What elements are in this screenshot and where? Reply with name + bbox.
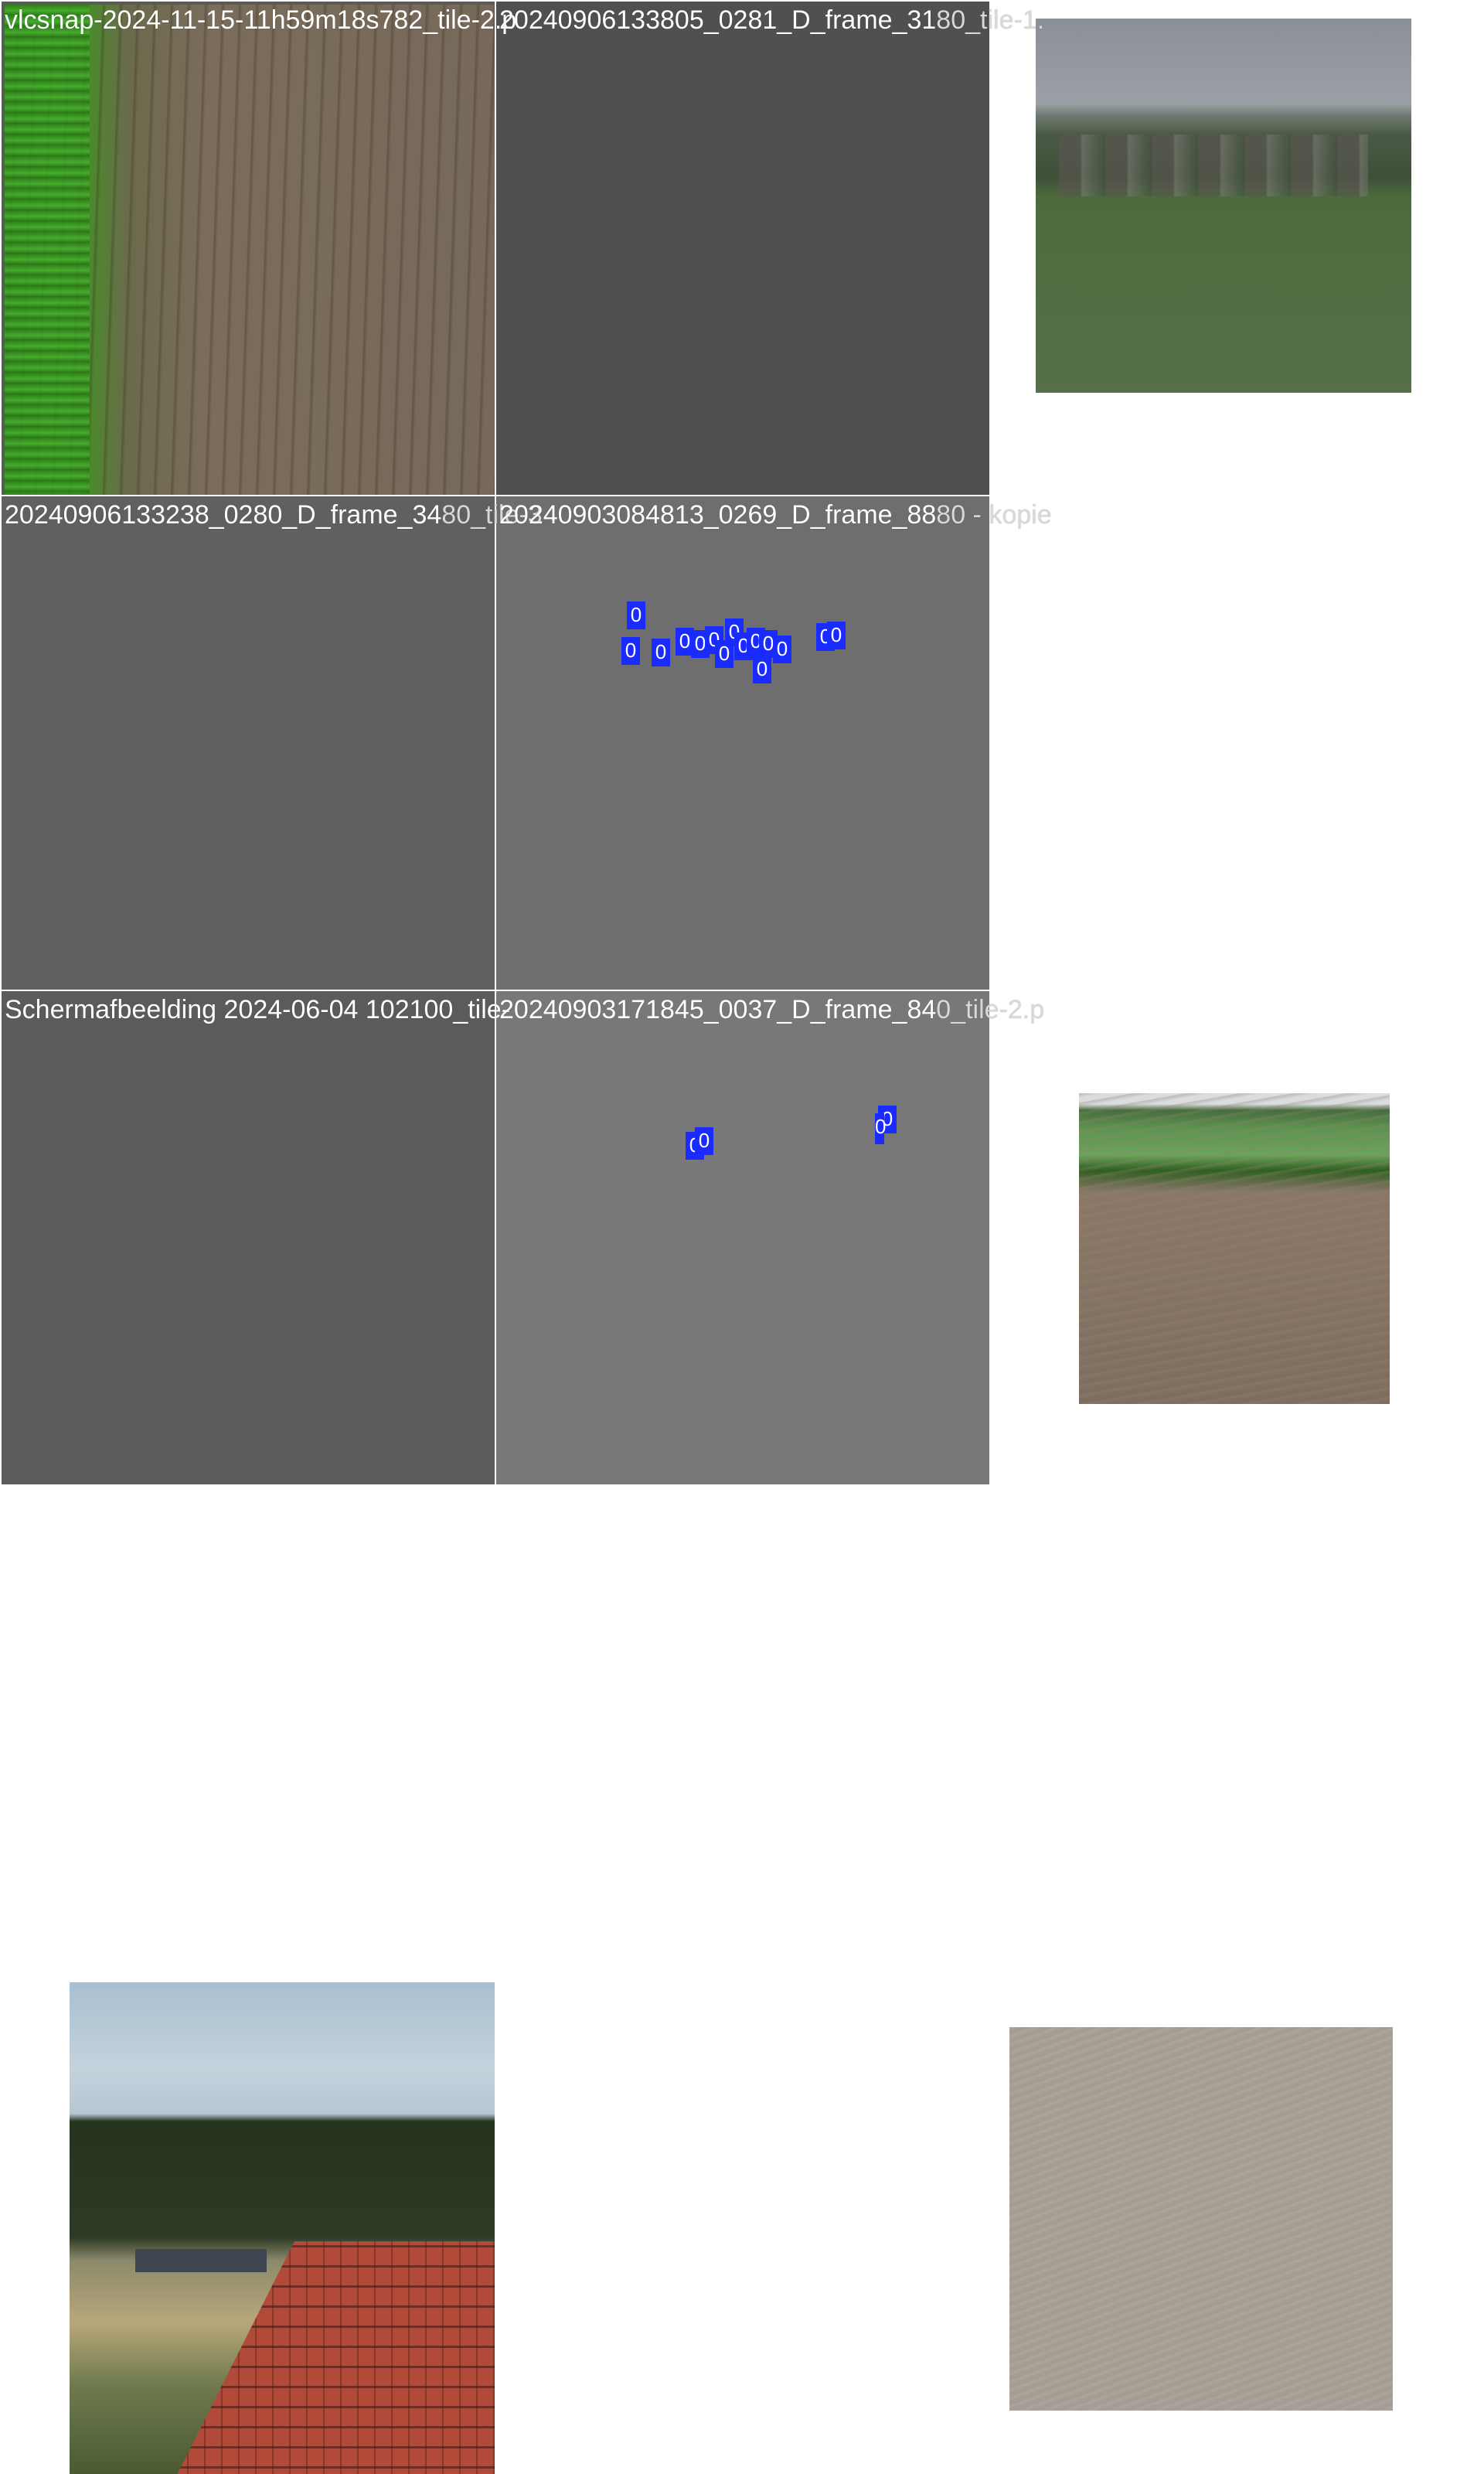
detection-box: 0 (621, 637, 640, 665)
soil-with-detections-photo (1009, 2027, 1393, 2411)
tile-6 (495, 990, 1393, 2411)
roof-trees-photo (70, 1982, 495, 2474)
tile-title: vlcsnap-2024-11-15-11h59m18s782_tile-2.p (5, 5, 517, 35)
detection-box: 0 (827, 622, 846, 649)
detection-box: 0 (695, 1127, 713, 1155)
tile-5 (0, 990, 496, 2474)
detection-box: 0 (875, 1113, 886, 1144)
tile-3 (0, 495, 496, 1383)
image-grid: 0 0 0 0 0 0 0 0 0 0 0 0 0 0 0 0 0 0 0 vl… (0, 0, 1484, 2474)
village-field-photo (1036, 19, 1411, 393)
tile-4 (495, 495, 1390, 1404)
tile-title: Schermafbeelding 2024-06-04 102100_tile- (5, 995, 511, 1024)
detection-box: 0 (652, 639, 670, 666)
shed (135, 2249, 267, 2272)
detection-box: 0 (627, 601, 645, 629)
tile-title: 20240906133805_0281_D_frame_3180_tile-1. (499, 5, 1045, 35)
field-with-detections-photo (1079, 1093, 1390, 1404)
detection-box: 0 (753, 656, 771, 683)
tile-title: 20240903171845_0037_D_frame_840_tile-2.p (499, 995, 1045, 1024)
tile-title: 20240903084813_0269_D_frame_8880 - kopie (499, 500, 1052, 530)
tile-title: 20240906133238_0280_D_frame_3480_tile-3 (5, 500, 543, 530)
village-houses (1059, 135, 1368, 196)
detection-box: 0 (773, 636, 791, 663)
field-photo (5, 5, 495, 495)
red-tile-roof (170, 2241, 495, 2474)
green-vegetation (5, 5, 90, 495)
tile-1 (0, 0, 496, 496)
tile-2 (495, 0, 1411, 496)
